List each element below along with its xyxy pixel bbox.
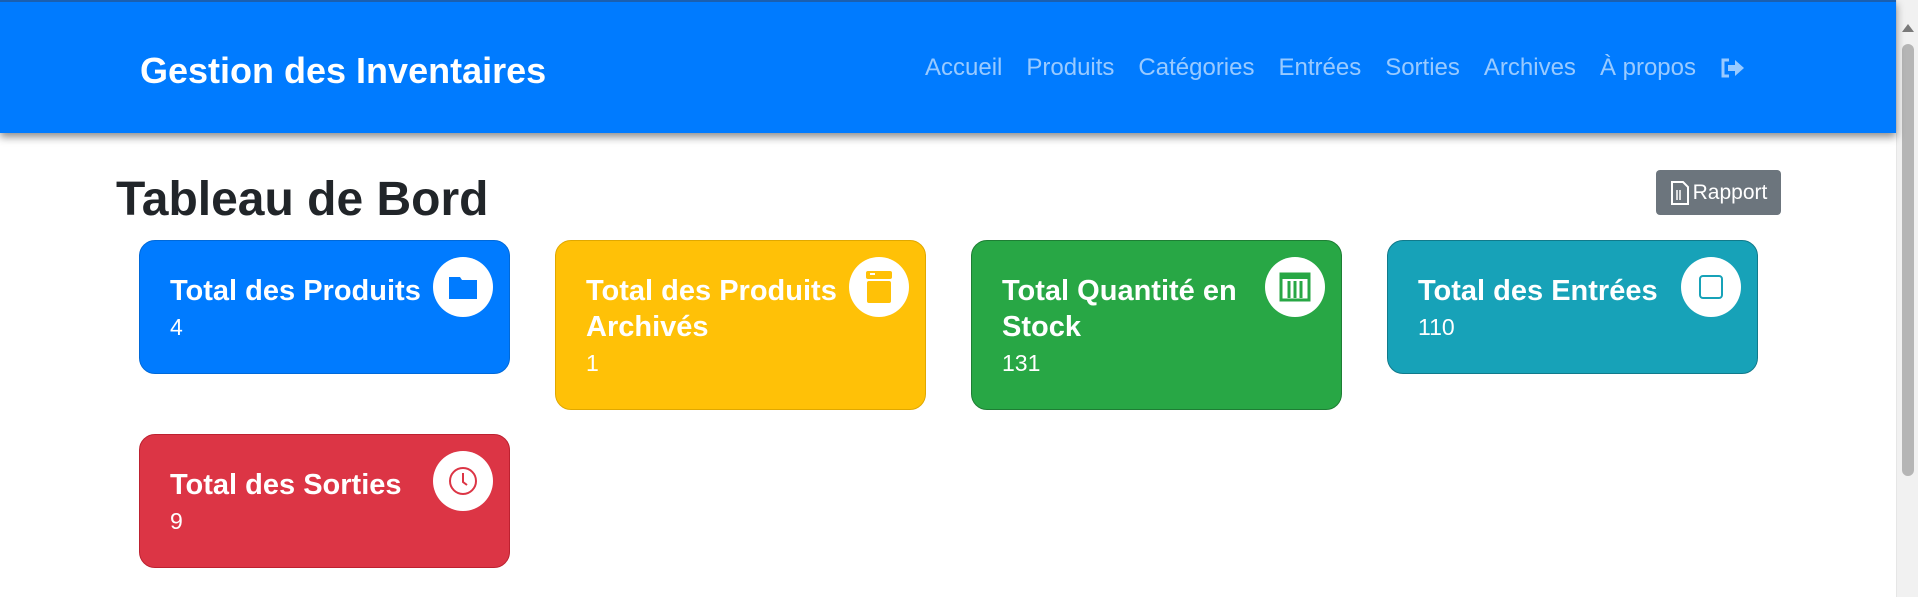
stat-card-quantite-stock: Total Quantité en Stock 131 xyxy=(971,240,1342,410)
nav-link-accueil[interactable]: Accueil xyxy=(925,54,1002,82)
card-title: Total des Produits Archivés xyxy=(586,275,837,343)
page-title: Tableau de Bord xyxy=(116,173,489,226)
card-title: Total des Produits xyxy=(170,275,421,307)
nav-link-categories[interactable]: Catégories xyxy=(1138,54,1254,82)
file-pdf-icon xyxy=(1670,180,1689,205)
report-button[interactable]: Rapport xyxy=(1656,170,1781,215)
card-value: 4 xyxy=(170,314,183,340)
nav-links: Accueil Produits Catégories Entrées Sort… xyxy=(925,54,1746,82)
card-title: Total des Sorties xyxy=(170,469,402,501)
card-value: 131 xyxy=(1002,350,1041,376)
stat-card-total-entrees: Total des Entrées 110 xyxy=(1387,240,1758,374)
archive-icon xyxy=(849,257,909,317)
nav-link-entrees[interactable]: Entrées xyxy=(1278,54,1361,82)
card-value: 110 xyxy=(1418,314,1455,340)
nav-link-a-propos[interactable]: À propos xyxy=(1600,54,1696,82)
scroll-up-arrow-icon[interactable] xyxy=(1902,24,1914,32)
brand-link[interactable]: Gestion des Inventaires xyxy=(140,50,546,92)
stat-card-total-produits: Total des Produits 4 xyxy=(139,240,510,374)
card-title: Total Quantité en Stock xyxy=(1002,275,1237,343)
card-title: Total des Entrées xyxy=(1418,275,1658,307)
card-value: 9 xyxy=(170,508,183,534)
box-icon xyxy=(433,257,493,317)
navbar: Gestion des Inventaires Accueil Produits… xyxy=(0,0,1896,133)
nav-link-produits[interactable]: Produits xyxy=(1026,54,1114,82)
scrollbar[interactable] xyxy=(1896,0,1918,597)
card-value: 1 xyxy=(586,350,599,376)
clock-icon xyxy=(433,451,493,511)
report-button-label: Rapport xyxy=(1692,180,1768,204)
warehouse-icon xyxy=(1265,257,1325,317)
stat-card-produits-archives: Total des Produits Archivés 1 xyxy=(555,240,926,410)
square-icon xyxy=(1681,257,1741,317)
scrollbar-thumb[interactable] xyxy=(1902,44,1914,476)
sign-out-icon[interactable] xyxy=(1720,57,1746,79)
nav-link-archives[interactable]: Archives xyxy=(1484,54,1576,82)
stat-card-total-sorties: Total des Sorties 9 xyxy=(139,434,510,568)
nav-link-sorties[interactable]: Sorties xyxy=(1385,54,1460,82)
